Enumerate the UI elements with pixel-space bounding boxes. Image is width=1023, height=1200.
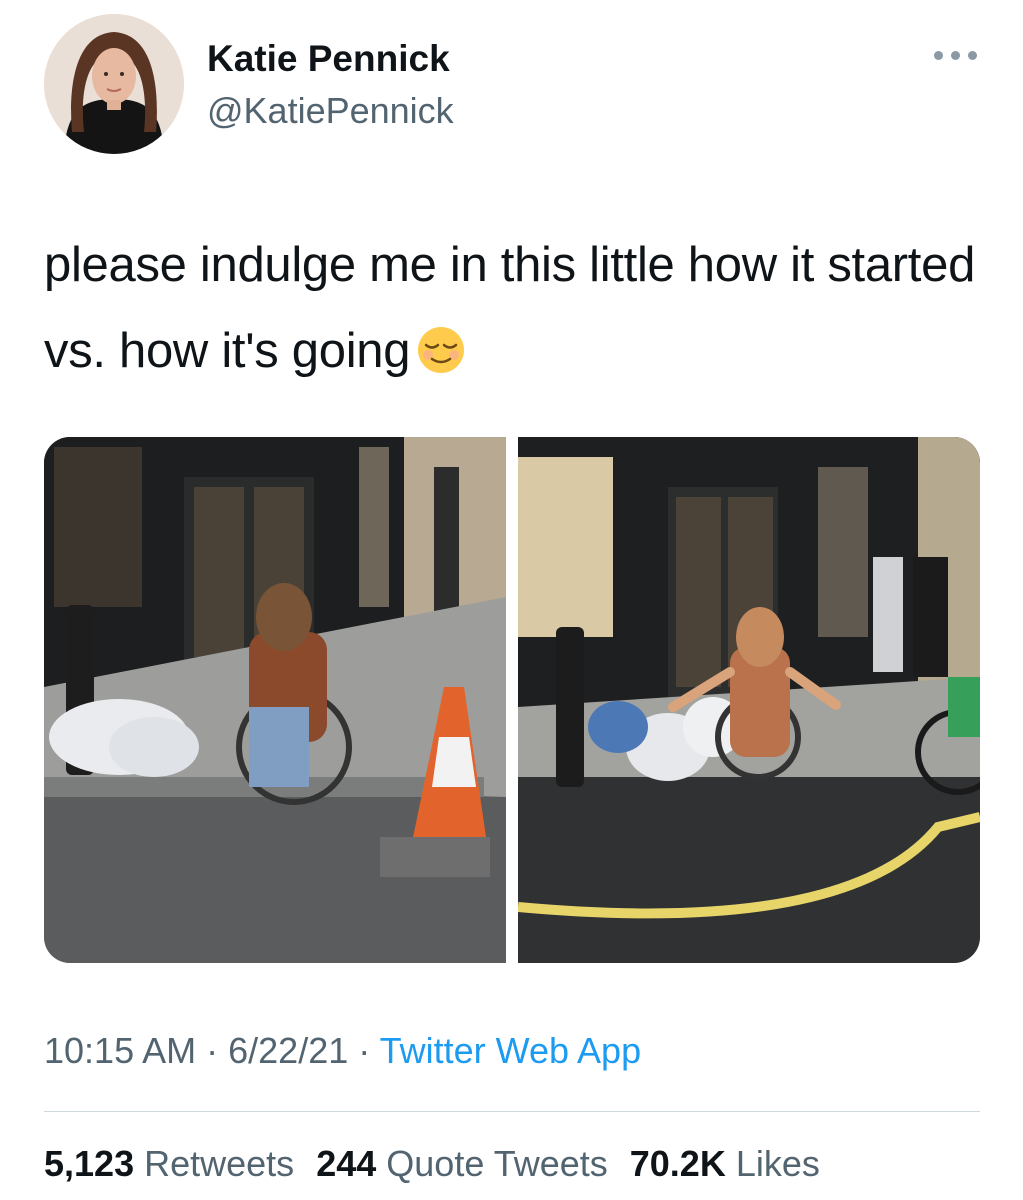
tweet-media [44,437,980,963]
meta-separator: · [206,1030,219,1071]
tweet-meta: 10:15 AM · 6/22/21 · Twitter Web App [44,1030,641,1072]
tweet-body: please indulge me in this little how it … [44,222,984,402]
meta-separator: · [358,1030,371,1071]
likes-count[interactable]: 70.2K [630,1143,726,1184]
retweets-count[interactable]: 5,123 [44,1143,134,1184]
tweet-source-link[interactable]: Twitter Web App [380,1030,641,1071]
more-options-icon[interactable] [934,44,978,64]
divider [44,1111,980,1112]
author-name[interactable]: Katie Pennick [207,38,450,80]
likes-label[interactable]: Likes [736,1143,820,1184]
avatar[interactable] [44,14,184,154]
engagement-stats: 5,123 Retweets 244 Quote Tweets 70.2K Like… [44,1143,820,1185]
author-handle[interactable]: @KatiePennick [207,90,454,132]
retweets-label[interactable]: Retweets [144,1143,294,1184]
tweet-date[interactable]: 6/22/21 [228,1030,348,1071]
relieved-face-emoji [416,316,466,402]
tweet-time[interactable]: 10:15 AM [44,1030,196,1071]
tweet-text: please indulge me in this little how it … [44,238,976,378]
quote-tweets-label[interactable]: Quote Tweets [386,1143,607,1184]
photo-after[interactable] [518,437,980,963]
quote-tweets-count[interactable]: 244 [316,1143,376,1184]
photo-before[interactable] [44,437,506,963]
